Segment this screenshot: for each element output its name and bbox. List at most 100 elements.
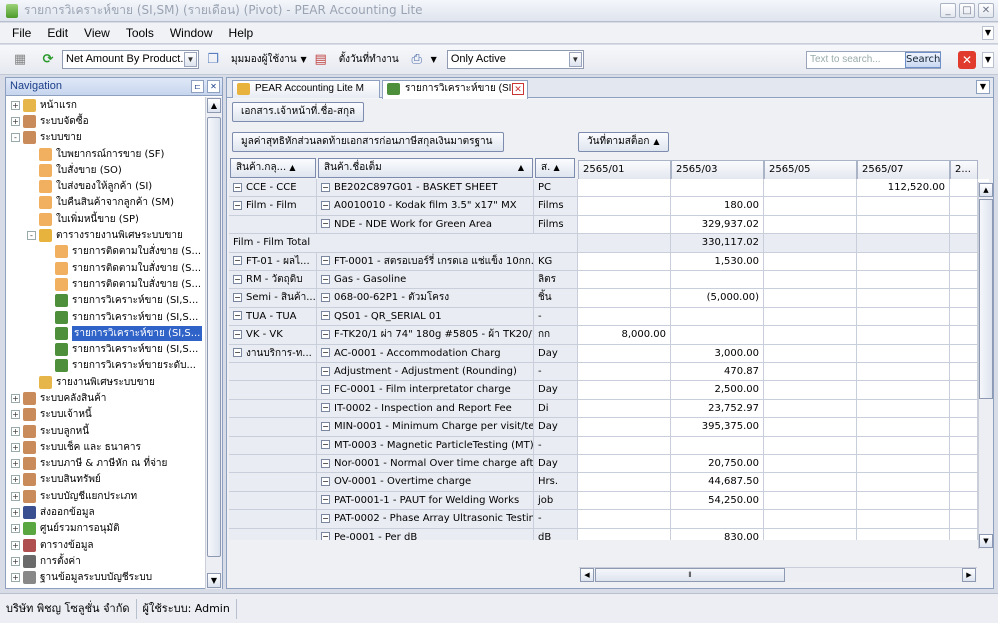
collapse-icon[interactable]: − [321,366,330,376]
value-cell[interactable] [578,436,671,455]
nav-item[interactable]: + ระบบจัดซื้อ [6,113,206,129]
value-cell[interactable] [950,326,978,345]
value-cell[interactable] [950,307,978,327]
nav-item[interactable]: + ศูนย์รวมการอนุมัติ [6,521,206,537]
scroll-thumb[interactable] [207,117,221,557]
grid-icon[interactable]: ▦ [11,51,29,69]
expand-icon[interactable]: + [11,100,20,110]
collapse-icon[interactable]: - [27,231,36,241]
menu-tools[interactable]: Tools [126,26,154,40]
nav-item[interactable]: + ระบบสินทรัพย์ [6,472,206,488]
value-cell[interactable]: 180.00 [671,197,764,216]
value-cell[interactable] [950,455,978,474]
close-window-button[interactable]: ✕ [978,3,994,18]
nav-item[interactable]: รายการวิเคราะห์ขาย (SI,S... [6,325,206,341]
row-field-unit[interactable]: ส. ▲ [535,158,575,178]
scroll-right-icon[interactable]: ▶ [962,568,976,582]
value-cell[interactable]: 23,752.97 [671,399,764,419]
collapse-icon[interactable]: − [321,329,330,339]
value-cell[interactable]: 2,500.00 [671,381,764,400]
value-cell[interactable] [950,252,978,271]
scroll-left-icon[interactable]: ◀ [580,568,594,582]
collapse-icon[interactable]: − [233,274,242,284]
value-cell[interactable] [578,179,671,198]
collapse-icon[interactable]: − [321,495,330,505]
value-cell[interactable] [950,510,978,529]
value-cell[interactable] [950,473,978,492]
expand-icon[interactable]: + [11,491,20,501]
report-select[interactable]: Net Amount By Product... ▼ [62,50,199,69]
nav-item[interactable]: + ฐานข้อมูลระบบบัญชีระบบ [6,570,206,586]
collapse-icon[interactable]: − [321,403,330,413]
nav-item[interactable]: - ตารางรายงานพิเศษระบบขาย [6,227,206,243]
collapse-icon[interactable]: − [321,348,330,358]
value-cell[interactable] [578,381,671,400]
value-cell[interactable]: (5,000.00) [671,289,764,308]
value-cell[interactable] [764,473,857,492]
value-cell[interactable] [857,307,950,327]
column-header[interactable]: 2565/07 [857,160,950,180]
menu-file[interactable]: File [12,26,31,40]
expand-icon[interactable]: + [11,540,20,550]
collapse-icon[interactable]: − [233,200,242,210]
value-cell[interactable] [671,326,764,345]
nav-item[interactable]: ใบส่งของให้ลูกค้า (SI) [6,178,206,194]
menu-view[interactable]: View [84,26,110,40]
collapse-icon[interactable]: − [233,182,242,192]
value-cell[interactable] [764,528,857,540]
value-cell[interactable] [764,344,857,363]
value-cell[interactable] [764,399,857,419]
value-cell[interactable] [764,491,857,511]
row-field-group[interactable]: สินค้า.กลุ... ▲ [230,158,316,178]
value-cell[interactable]: 54,250.00 [671,491,764,511]
refresh-icon[interactable]: ⟳ [39,51,57,69]
nav-item[interactable]: + ตารางข้อมูล [6,537,206,553]
value-cell[interactable] [857,418,950,437]
value-cell[interactable]: 830.00 [671,528,764,540]
nav-item[interactable]: ใบสั่งขาย (SO) [6,162,206,178]
collapse-icon[interactable]: − [321,440,330,450]
nav-item[interactable]: + ระบบลูกหนี้ [6,423,206,439]
value-cell[interactable] [950,344,978,363]
nav-item[interactable]: รายการวิเคราะห์ขาย (SI,S... [6,341,206,357]
value-cell[interactable] [578,399,671,419]
chevron-down-icon[interactable]: ▼ [568,52,582,67]
value-cell[interactable]: 44,687.50 [671,473,764,492]
value-cell[interactable] [950,215,978,235]
value-cell[interactable]: 8,000.00 [578,326,671,345]
value-cell[interactable] [950,363,978,382]
expand-icon[interactable]: + [11,459,20,469]
value-cell[interactable] [857,491,950,511]
column-header[interactable]: 2565/05 [764,160,857,180]
value-cell[interactable] [857,436,950,455]
expand-icon[interactable]: + [11,426,20,436]
menu-help[interactable]: Help [229,26,254,40]
value-cell[interactable] [764,363,857,382]
value-cell[interactable] [671,436,764,455]
value-cell[interactable] [950,271,978,290]
nav-item[interactable]: รายการวิเคราะห์ขาย (SI,S... [6,309,206,325]
chevron-down-icon[interactable]: ▼ [976,80,990,94]
collapse-icon[interactable]: − [321,182,330,192]
value-cell[interactable] [764,436,857,455]
expand-icon[interactable]: + [11,475,20,485]
expand-icon[interactable]: + [11,442,20,452]
value-cell[interactable] [857,473,950,492]
nav-item[interactable]: ใบคืนสินค้าจากลูกค้า (SM) [6,195,206,211]
collapse-icon[interactable]: − [233,329,242,339]
value-cell[interactable]: 20,750.00 [671,455,764,474]
set-workdate-button[interactable]: ตั้งวันที่ทำงาน [339,52,399,67]
nav-item[interactable]: ใบเพิ่มหนี้ขาย (SP) [6,211,206,227]
nav-item[interactable]: + หน้าแรก [6,97,206,113]
value-cell[interactable] [671,271,764,290]
value-cell[interactable] [857,326,950,345]
value-cell[interactable] [764,289,857,308]
expand-icon[interactable]: + [11,508,20,518]
collapse-icon[interactable]: − [321,532,330,540]
value-cell[interactable]: 470.87 [671,363,764,382]
value-cell[interactable] [857,234,950,253]
nav-item[interactable]: รายการติดตามใบสั่งขาย (S... [6,244,206,260]
collapse-icon[interactable]: − [233,348,242,358]
nav-item[interactable]: รายการวิเคราะห์ขาย (SI,S... [6,293,206,309]
value-cell[interactable] [764,215,857,235]
